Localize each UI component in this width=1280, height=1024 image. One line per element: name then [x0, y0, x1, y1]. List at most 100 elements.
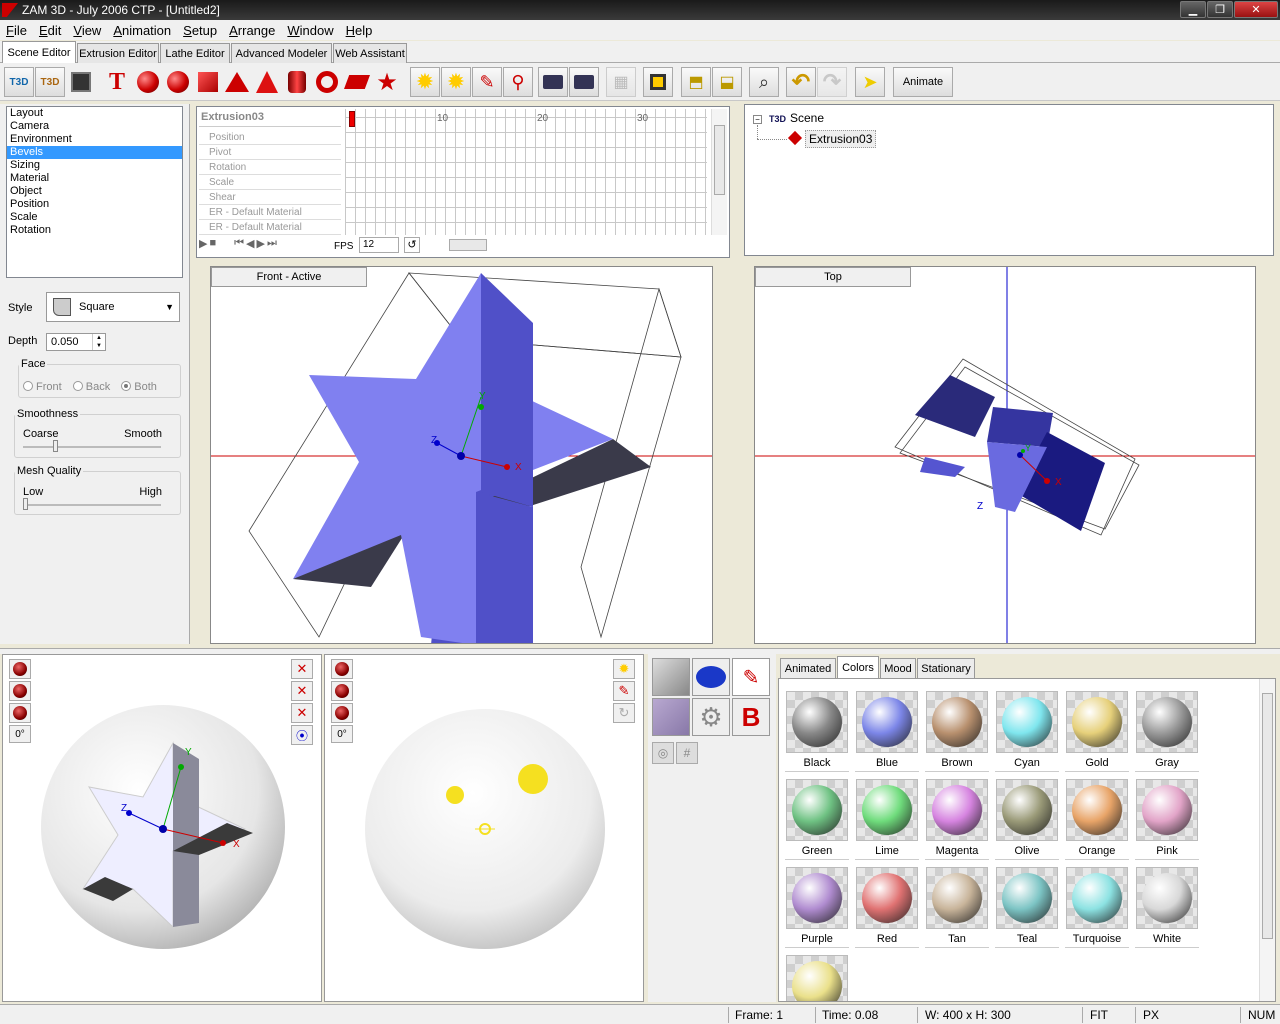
- move-up-icon[interactable]: ⬒: [681, 67, 711, 97]
- track-row[interactable]: Scale: [199, 175, 341, 190]
- track-row[interactable]: Shear: [199, 190, 341, 205]
- pointer-icon[interactable]: ➤: [855, 67, 885, 97]
- pyramid-tool-icon[interactable]: [222, 67, 252, 97]
- tab-animated[interactable]: Animated: [780, 658, 836, 678]
- light-tool-icon[interactable]: ✹: [410, 67, 440, 97]
- environment-icon[interactable]: [652, 698, 690, 736]
- torus-tool-icon[interactable]: [312, 67, 342, 97]
- light-rotate-icon[interactable]: ✹: [441, 67, 471, 97]
- list-item[interactable]: Position: [7, 198, 182, 211]
- material-swatch[interactable]: Pink: [1135, 779, 1199, 861]
- list-item[interactable]: Object: [7, 185, 182, 198]
- flashlight-icon[interactable]: ✎: [732, 658, 770, 696]
- smoothness-slider-handle[interactable]: [53, 440, 58, 452]
- star-tool-icon[interactable]: ★: [372, 67, 402, 97]
- tab-advanced-modeler[interactable]: Advanced Modeler: [231, 43, 332, 63]
- tab-scene-editor[interactable]: Scene Editor: [2, 41, 76, 63]
- tab-mood[interactable]: Mood: [880, 658, 916, 678]
- list-item[interactable]: Environment: [7, 133, 182, 146]
- track-row[interactable]: ER - Default Material: [199, 205, 341, 220]
- redo-icon[interactable]: ↷: [817, 67, 847, 97]
- material-swatch[interactable]: Teal: [995, 867, 1059, 949]
- material-swatch[interactable]: Blue: [855, 691, 919, 773]
- material-rotate-icon[interactable]: ◎: [652, 742, 674, 764]
- bump-icon[interactable]: [692, 658, 730, 696]
- swatch-scrollbar[interactable]: [1259, 679, 1275, 1001]
- open-t3d-button[interactable]: T3D: [35, 67, 65, 97]
- group-icon[interactable]: ▦: [606, 67, 636, 97]
- material-swatch[interactable]: Black: [785, 691, 849, 773]
- material-swatch[interactable]: Olive: [995, 779, 1059, 861]
- tree-node-scene[interactable]: Scene: [790, 111, 824, 125]
- loop-icon[interactable]: ↺: [404, 237, 420, 253]
- style-dropdown[interactable]: Square ▼: [46, 292, 180, 322]
- material-swatch[interactable]: Magenta: [925, 779, 989, 861]
- depth-stepper[interactable]: ▲ ▼: [92, 334, 105, 350]
- bevel-material-icon[interactable]: B: [732, 698, 770, 736]
- fps-input[interactable]: 12: [359, 237, 399, 253]
- menu-view[interactable]: View: [67, 23, 107, 38]
- material-swatch[interactable]: Red: [855, 867, 919, 949]
- track-row[interactable]: Position: [199, 130, 341, 145]
- top-viewport[interactable]: Top X Y Z: [754, 266, 1256, 644]
- list-item[interactable]: Layout: [7, 107, 182, 120]
- face-back-radio[interactable]: Back: [72, 381, 110, 393]
- menu-window[interactable]: Window: [281, 23, 339, 38]
- material-swatch[interactable]: Lime: [855, 779, 919, 861]
- list-item[interactable]: Rotation: [7, 224, 182, 237]
- material-swatch[interactable]: Turquoise: [1065, 867, 1129, 949]
- cube-tool-icon[interactable]: [193, 67, 223, 97]
- material-swatch[interactable]: Cyan: [995, 691, 1059, 773]
- close-button[interactable]: ✕: [1234, 1, 1278, 18]
- material-grid-icon[interactable]: #: [676, 742, 698, 764]
- track-row[interactable]: Rotation: [199, 160, 341, 175]
- material-swatch[interactable]: [785, 955, 849, 1001]
- list-item[interactable]: Camera: [7, 120, 182, 133]
- move-down-icon[interactable]: ⬓: [712, 67, 742, 97]
- material-swatch[interactable]: Tan: [925, 867, 989, 949]
- face-front-radio[interactable]: Front: [23, 381, 62, 393]
- camera-settings-icon[interactable]: [569, 67, 599, 97]
- gear-icon[interactable]: ⚙: [692, 698, 730, 736]
- timeline-hscrollbar[interactable]: [433, 239, 709, 251]
- playhead-marker[interactable]: [349, 111, 355, 127]
- material-swatch[interactable]: Gold: [1065, 691, 1129, 773]
- list-item[interactable]: Material: [7, 172, 182, 185]
- track-row[interactable]: Pivot: [199, 145, 341, 160]
- tab-lathe-editor[interactable]: Lathe Editor: [160, 43, 230, 63]
- tab-stationary[interactable]: Stationary: [917, 658, 975, 678]
- cylinder-tool-icon[interactable]: [282, 67, 312, 97]
- menu-animation[interactable]: Animation: [107, 23, 177, 38]
- texture-icon[interactable]: [652, 658, 690, 696]
- material-swatch[interactable]: Gray: [1135, 691, 1199, 773]
- front-viewport[interactable]: Front - Active X Y Z: [210, 266, 713, 644]
- material-swatch[interactable]: Green: [785, 779, 849, 861]
- tab-colors[interactable]: Colors: [837, 656, 879, 678]
- play-icon[interactable]: ▶: [199, 237, 207, 253]
- tab-web-assistant[interactable]: Web Assistant: [333, 43, 407, 63]
- hemisphere-tool-icon[interactable]: [163, 67, 193, 97]
- restore-button[interactable]: ❐: [1207, 1, 1233, 18]
- menu-edit[interactable]: Edit: [33, 23, 67, 38]
- next-frame-icon[interactable]: ▶: [257, 237, 265, 253]
- last-frame-icon[interactable]: ⏭: [267, 237, 277, 253]
- menu-arrange[interactable]: Arrange: [223, 23, 281, 38]
- spotlight-icon[interactable]: ✎: [472, 67, 502, 97]
- collapse-icon[interactable]: −: [753, 115, 762, 124]
- save-icon[interactable]: [66, 67, 96, 97]
- minimize-button[interactable]: ▁: [1180, 1, 1206, 18]
- timeline-vscrollbar[interactable]: [711, 109, 727, 235]
- spotlight-rotate-icon[interactable]: ⚲: [503, 67, 533, 97]
- animate-button[interactable]: Animate: [893, 67, 953, 97]
- first-frame-icon[interactable]: ⏮: [234, 237, 244, 253]
- material-swatch[interactable]: White: [1135, 867, 1199, 949]
- object-trackball[interactable]: X Y Z: [3, 655, 322, 1002]
- prev-frame-icon[interactable]: ◀: [246, 237, 254, 253]
- tab-extrusion-editor[interactable]: Extrusion Editor: [77, 43, 159, 63]
- camera-icon[interactable]: [538, 67, 568, 97]
- tree-node-extrusion03[interactable]: Extrusion03: [805, 130, 877, 148]
- zoom-extents-icon[interactable]: ⌕: [749, 67, 779, 97]
- material-swatch[interactable]: Brown: [925, 691, 989, 773]
- list-item-selected[interactable]: Bevels: [7, 146, 182, 159]
- face-both-radio[interactable]: Both: [121, 381, 157, 393]
